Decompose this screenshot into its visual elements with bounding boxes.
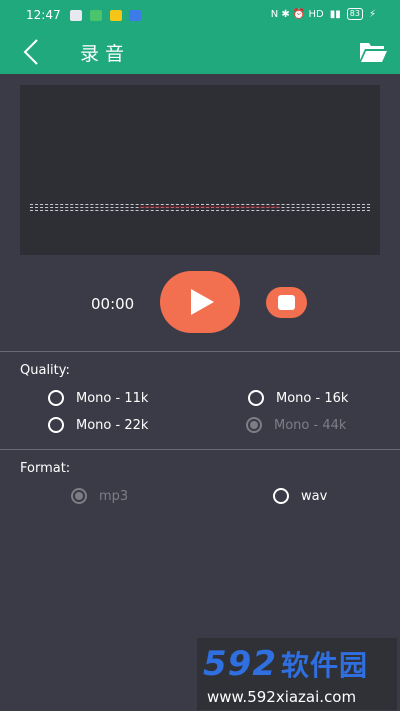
- play-icon: [191, 289, 214, 315]
- radio-icon: [48, 390, 64, 406]
- option-label: wav: [301, 488, 328, 504]
- signal-icon: ▮▮: [329, 8, 341, 20]
- waveform-highlight: [140, 206, 280, 208]
- waveform-line: [30, 210, 370, 211]
- format-option-wav[interactable]: wav: [273, 488, 327, 504]
- option-label: Mono - 11k: [76, 390, 149, 406]
- stop-button[interactable]: [266, 287, 307, 318]
- radio-icon: [248, 390, 264, 406]
- play-button[interactable]: [160, 271, 240, 333]
- status-indicators: N ✱ ⏰ HD: [270, 8, 324, 20]
- format-label: Format:: [20, 461, 71, 476]
- stop-icon: [278, 295, 295, 310]
- status-bar: 12:47 N ✱ ⏰ HD ▮▮ 83 ⚡: [0, 0, 400, 30]
- phone-notification-icon: [90, 10, 102, 21]
- option-label: Mono - 16k: [276, 390, 349, 406]
- cloud-notification-icon: [129, 10, 141, 21]
- charging-icon: ⚡: [368, 8, 376, 20]
- radio-icon: [273, 488, 289, 504]
- message-notification-icon: [110, 10, 122, 21]
- quality-option-mono-44k[interactable]: Mono - 44k: [246, 417, 346, 433]
- divider: [0, 351, 400, 352]
- option-label: Mono - 22k: [76, 417, 149, 433]
- format-option-mp3[interactable]: mp3: [71, 488, 128, 504]
- chevron-left-icon: [23, 39, 38, 65]
- watermark-logo: 592 软件园: [203, 644, 368, 684]
- quality-option-mono-11k[interactable]: Mono - 11k: [48, 390, 148, 406]
- watermark-url: www.592xiazai.com: [207, 688, 357, 706]
- toolbar: 录音: [0, 30, 400, 74]
- radio-checked-icon: [71, 488, 87, 504]
- option-label: mp3: [99, 488, 129, 504]
- battery-icon: 83: [346, 8, 363, 20]
- page-title: 录音: [80, 43, 131, 65]
- watermark: 592 软件园 www.592xiazai.com: [197, 638, 397, 710]
- back-button[interactable]: [18, 36, 48, 68]
- watermark-logo-text: 软件园: [280, 649, 368, 682]
- folder-icon: [360, 43, 387, 62]
- waveform-panel: [20, 85, 380, 255]
- notification-icon: [70, 10, 82, 21]
- option-label: Mono - 44k: [274, 417, 347, 433]
- divider: [0, 449, 400, 450]
- waveform-line: [30, 204, 370, 205]
- status-time: 12:47: [26, 8, 61, 22]
- quality-option-mono-22k[interactable]: Mono - 22k: [48, 417, 148, 433]
- watermark-logo-number: 592: [203, 644, 277, 684]
- quality-option-mono-16k[interactable]: Mono - 16k: [248, 390, 348, 406]
- status-icons: N ✱ ⏰ HD ▮▮ 83 ⚡: [271, 8, 376, 20]
- recording-timer: 00:00: [91, 295, 135, 313]
- radio-checked-icon: [246, 417, 262, 433]
- radio-icon: [48, 417, 64, 433]
- quality-label: Quality:: [20, 363, 70, 378]
- open-folder-button[interactable]: [358, 38, 388, 66]
